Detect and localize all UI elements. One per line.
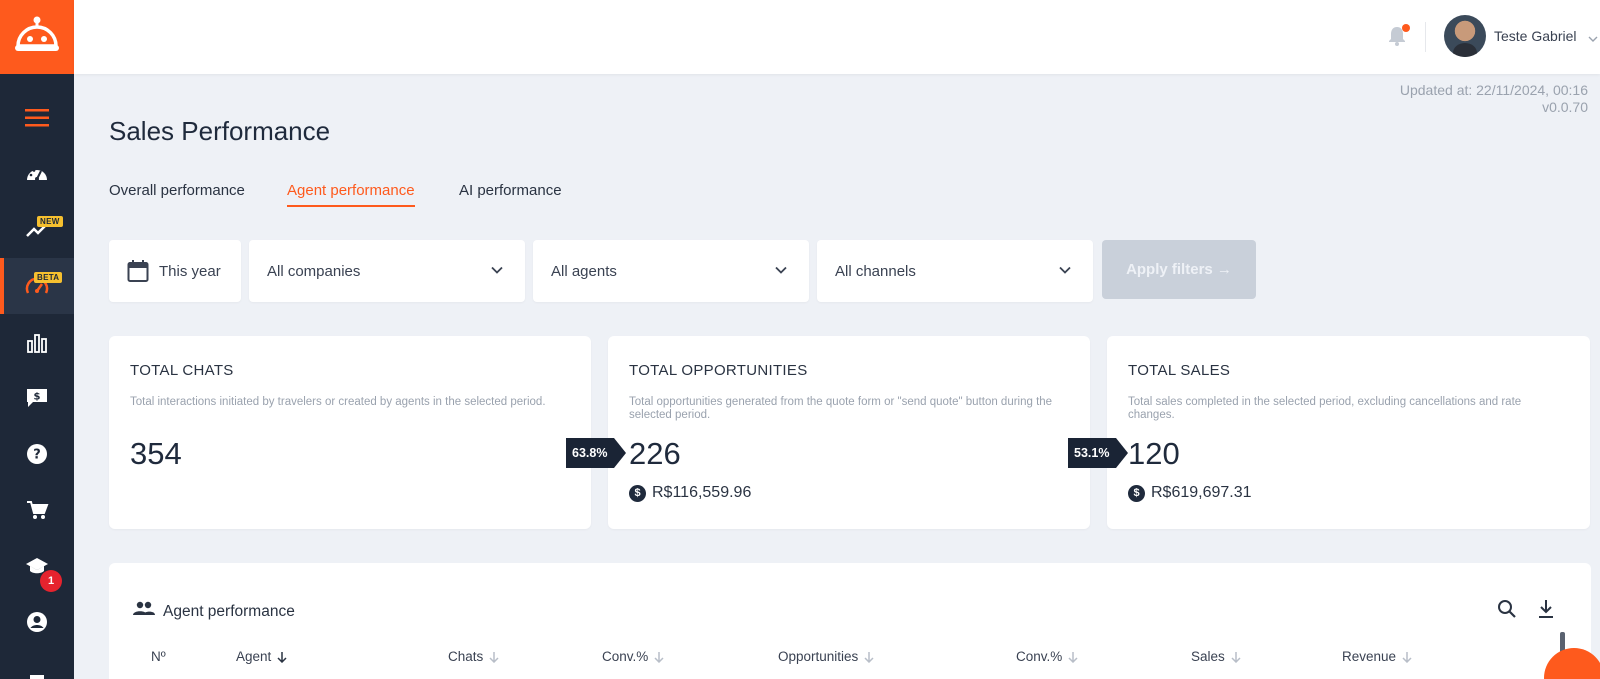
total-sales-card: TOTAL SALES Total sales completed in the… [1107, 336, 1590, 529]
companies-select-value: All companies [267, 262, 361, 280]
card-title: TOTAL OPPORTUNITIES [629, 362, 808, 379]
column-header-sales[interactable]: Sales [1191, 649, 1241, 664]
column-header-opportunity-conversion[interactable]: Conv.% [1016, 649, 1078, 664]
dollar-coin-icon: $ [1128, 484, 1145, 502]
sidebar-item-reports[interactable] [0, 314, 74, 370]
channels-select[interactable]: All channels [817, 240, 1093, 302]
page-title: Sales Performance [109, 116, 331, 146]
account-icon [27, 612, 47, 632]
card-value: 120 [1128, 436, 1180, 471]
arrow-down-icon [489, 651, 499, 663]
download-button[interactable] [1537, 599, 1555, 624]
cart-icon [27, 501, 49, 519]
dollar-coin-icon: $ [629, 484, 646, 502]
robot-logo-icon [15, 16, 59, 51]
avatar[interactable] [1444, 15, 1486, 57]
card-value: 226 [629, 436, 681, 471]
arrow-down-icon [1231, 651, 1241, 663]
column-header-chat-conversion[interactable]: Conv.% [602, 649, 664, 664]
card-revenue-value: R$619,697.31 [1151, 484, 1252, 501]
card-value: 354 [130, 436, 182, 471]
user-menu-chevron[interactable] [1588, 30, 1598, 48]
bar-chart-icon [27, 334, 47, 353]
sidebar-item-trends[interactable]: NEW [0, 202, 74, 258]
arrow-down-icon [1402, 651, 1412, 663]
topbar [74, 0, 1600, 74]
app-logo[interactable] [0, 0, 74, 74]
svg-text:$: $ [34, 392, 41, 403]
arrow-down-icon [654, 651, 664, 663]
notification-dot [1402, 24, 1410, 32]
user-name[interactable]: Teste Gabriel [1494, 28, 1576, 44]
card-revenue: $ R$619,697.31 [1128, 484, 1252, 502]
column-header-agent[interactable]: Agent [236, 649, 287, 664]
updated-timestamp: Updated at: 22/11/2024, 00:16 [1399, 82, 1588, 98]
sidebar-item-more[interactable] [0, 650, 74, 679]
sidebar-item-dashboard[interactable] [0, 146, 74, 202]
calendar-icon [127, 260, 149, 282]
card-revenue-value: R$116,559.96 [652, 484, 752, 501]
period-filter-label: This year [159, 262, 221, 280]
panel-title: Agent performance [163, 603, 295, 620]
column-header-number[interactable]: Nº [151, 649, 166, 664]
card-description: Total opportunities generated from the q… [629, 396, 1053, 421]
tab-ai-performance[interactable]: AI performance [459, 182, 562, 205]
search-icon [1498, 600, 1516, 618]
sidebar: NEW BETA $ ? 1 [0, 74, 74, 679]
card-description: Total sales completed in the selected pe… [1128, 396, 1522, 421]
tab-agent-performance[interactable]: Agent performance [287, 182, 415, 207]
card-description: Total interactions initiated by traveler… [130, 396, 546, 408]
sidebar-item-sales-performance[interactable]: BETA [0, 258, 74, 314]
arrow-down-icon [864, 651, 874, 663]
opportunities-conversion-tag: 63.8% [566, 438, 626, 468]
chevron-down-icon [1059, 266, 1071, 274]
total-chats-card: TOTAL CHATS Total interactions initiated… [109, 336, 591, 529]
agents-select-value: All agents [551, 262, 617, 280]
column-header-opportunities[interactable]: Opportunities [778, 649, 874, 664]
agent-performance-panel: Agent performance Nº Agent Chats Conv.% … [109, 563, 1591, 679]
download-icon [1539, 600, 1553, 618]
speedometer-icon [27, 169, 47, 181]
topbar-divider [1425, 22, 1426, 52]
card-title: TOTAL CHATS [130, 362, 234, 379]
svg-text:?: ? [33, 448, 41, 463]
hamburger-icon [25, 109, 49, 127]
help-icon: ? [27, 444, 47, 464]
arrow-down-icon [277, 651, 287, 663]
update-info: Updated at: 22/11/2024, 00:16 v0.0.70 [1400, 82, 1588, 116]
column-header-chats[interactable]: Chats [448, 649, 499, 664]
sidebar-item-messages[interactable]: $ [0, 370, 74, 426]
chevron-down-icon [1588, 36, 1598, 42]
companies-select[interactable]: All companies [249, 240, 525, 302]
period-filter[interactable]: This year [109, 240, 241, 302]
beta-badge: BETA [34, 272, 63, 283]
tab-overall-performance[interactable]: Overall performance [109, 182, 245, 205]
menu-toggle-button[interactable] [0, 90, 74, 146]
card-revenue: $ R$116,559.96 [629, 484, 751, 502]
search-button[interactable] [1497, 599, 1517, 624]
document-icon [30, 675, 44, 679]
chevron-down-icon [775, 266, 787, 274]
chat-money-icon: $ [27, 389, 47, 407]
total-opportunities-card: TOTAL OPPORTUNITIES Total opportunities … [608, 336, 1090, 529]
sidebar-item-courses[interactable]: 1 [0, 538, 74, 594]
card-title: TOTAL SALES [1128, 362, 1231, 379]
apply-filters-button[interactable]: Apply filters → [1102, 240, 1256, 299]
new-badge: NEW [37, 216, 63, 227]
chevron-down-icon [491, 266, 503, 274]
app-version: v0.0.70 [1542, 99, 1588, 115]
sidebar-item-shop[interactable] [0, 482, 74, 538]
courses-count-badge: 1 [40, 570, 62, 592]
sales-conversion-tag: 53.1% [1068, 438, 1128, 468]
people-icon [133, 601, 155, 615]
channels-select-value: All channels [835, 262, 916, 280]
sidebar-item-help[interactable]: ? [0, 426, 74, 482]
agents-select[interactable]: All agents [533, 240, 809, 302]
arrow-down-icon [1068, 651, 1078, 663]
column-header-revenue[interactable]: Revenue [1342, 649, 1412, 664]
sidebar-item-profile[interactable] [0, 594, 74, 650]
